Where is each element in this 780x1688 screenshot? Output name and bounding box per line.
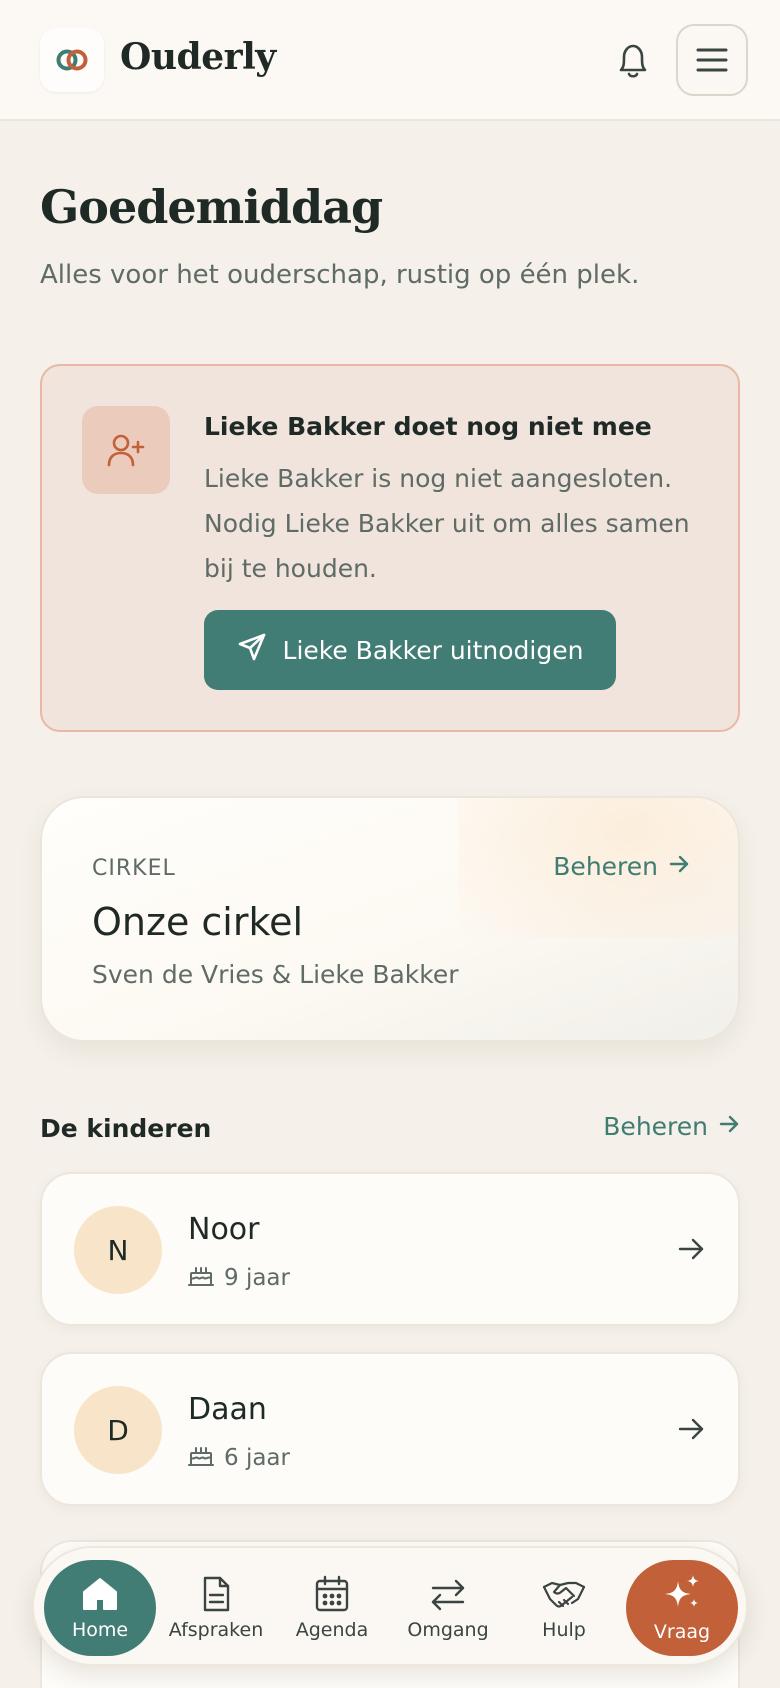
nav-label: Hulp [542,1619,586,1641]
logo-icon [40,28,104,92]
kid-card[interactable]: D Daan 6 jaar [40,1352,740,1506]
invite-line-1: Lieke Bakker is nog niet aangesloten. [204,464,673,493]
arrow-right-icon [668,852,690,881]
page-subtitle: Alles voor het ouderschap, rustig op één… [40,260,640,290]
kid-age-label: 6 jaar [224,1445,290,1471]
circle-eyebrow: CIRKEL [92,856,176,881]
nav-label: Afspraken [168,1619,264,1641]
kid-card[interactable]: N Noor 9 jaar [40,1172,740,1326]
brand-name: Ouderly [120,36,276,78]
kids-manage-label: Beheren [603,1112,708,1141]
circle-manage-link[interactable]: Beheren [553,852,690,881]
arrow-right-icon [718,1112,740,1141]
circle-title: Onze cirkel [92,900,304,944]
kid-age: 6 jaar [188,1442,290,1474]
nav-label: Vraag [653,1621,711,1643]
arrow-right-icon [676,1234,706,1264]
home-icon [81,1575,119,1613]
nav-label: Home [71,1619,129,1641]
handshake-icon [542,1575,586,1613]
kids-heading: De kinderen [40,1114,212,1143]
document-icon [198,1575,234,1613]
app-header: Ouderly [0,0,780,121]
invite-card: Lieke Bakker doet nog niet mee Lieke Bak… [40,364,740,732]
nav-afspraken[interactable]: Afspraken [160,1560,272,1656]
send-icon [237,632,267,668]
nav-omgang[interactable]: Omgang [392,1560,504,1656]
cake-icon [188,1262,214,1294]
user-plus-icon [82,406,170,494]
circle-manage-label: Beheren [553,852,658,881]
nav-label: Agenda [295,1619,369,1641]
kid-name: Noor [188,1212,260,1247]
invite-button-label: Lieke Bakker uitnodigen [282,635,584,665]
invite-line-2: Nodig Lieke Bakker uit om alles samen [204,509,690,538]
circle-card[interactable]: CIRKEL Beheren Onze cirkel Sven de Vries… [40,796,740,1042]
invite-description: Lieke Bakker is nog niet aangesloten. No… [204,456,704,591]
swap-arrows-icon [429,1575,467,1613]
cake-icon [188,1442,214,1474]
page-title: Goedemiddag [40,180,383,234]
avatar: D [74,1386,162,1474]
invite-line-3: bij te houden. [204,554,377,583]
bottom-nav: Home Afspraken Agenda Omgang Hulp Vraag [32,1546,748,1666]
kid-age: 9 jaar [188,1262,290,1294]
nav-vraag[interactable]: Vraag [626,1560,738,1656]
circle-members: Sven de Vries & Lieke Bakker [92,960,459,989]
hamburger-menu-icon[interactable] [676,24,748,96]
sparkles-icon [661,1573,703,1615]
invite-title: Lieke Bakker doet nog niet mee [204,412,652,441]
invite-button[interactable]: Lieke Bakker uitnodigen [204,610,616,690]
nav-hulp[interactable]: Hulp [508,1560,620,1656]
nav-agenda[interactable]: Agenda [276,1560,388,1656]
nav-label: Omgang [407,1619,489,1641]
kid-name: Daan [188,1392,267,1427]
kid-age-label: 9 jaar [224,1265,290,1291]
arrow-right-icon [676,1414,706,1444]
bell-icon[interactable] [612,38,654,84]
kids-manage-link[interactable]: Beheren [603,1112,740,1141]
calendar-icon [313,1575,351,1613]
avatar: N [74,1206,162,1294]
nav-home[interactable]: Home [44,1560,156,1656]
